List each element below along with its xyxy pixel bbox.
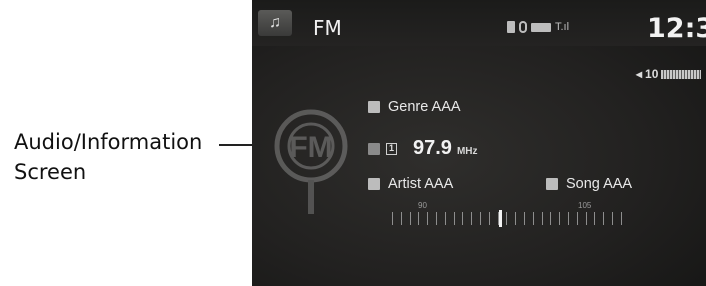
volume-level: 10 <box>645 67 659 81</box>
tuner-tick <box>392 212 393 225</box>
speaker-icon: ◂ <box>636 67 643 81</box>
tuner-tick <box>506 212 508 225</box>
tuner-tick <box>585 212 587 225</box>
song-icon <box>546 178 558 190</box>
tuner-label-105: 105 <box>578 201 592 210</box>
tuner-tick <box>480 212 481 225</box>
svg-text:FM: FM <box>289 131 332 164</box>
tuner-tick <box>436 212 437 225</box>
genre-text: Genre AAA <box>388 99 461 115</box>
song-text: Song AAA <box>566 176 633 192</box>
tuner-tick <box>471 212 473 225</box>
frequency-row: 1 97.9 MHz <box>368 137 478 160</box>
phone-icon <box>507 21 515 33</box>
callout-label: Audio/Information Screen <box>14 127 234 187</box>
volume-indicator: ◂ 10 <box>636 67 702 81</box>
tuner-tick <box>400 212 402 225</box>
tuner-tick <box>532 212 534 225</box>
tuner-label-90: 90 <box>418 201 427 210</box>
status-icons: T.ıl <box>507 21 569 33</box>
battery-icon <box>531 22 551 32</box>
artist-icon <box>368 178 380 190</box>
callout-label-line1: Audio/Information <box>14 130 203 154</box>
tuner-tick <box>541 212 543 225</box>
tuner-tick <box>594 212 596 225</box>
signal-icon: T.ıl <box>555 21 570 33</box>
tuner-tick <box>427 212 429 225</box>
tuner-tick <box>444 212 446 225</box>
tuner-tick <box>524 212 525 225</box>
hd-radio-icon <box>368 142 380 155</box>
genre-row: Genre AAA <box>368 99 461 115</box>
tuner-tick <box>603 212 605 225</box>
tuner-tick <box>612 212 613 225</box>
callout-label-line2: Screen <box>14 160 87 184</box>
tuner-tick <box>453 212 455 225</box>
volume-bar <box>661 69 702 79</box>
frequency-unit: MHz <box>456 146 478 157</box>
music-note-icon: ♫ <box>269 14 281 31</box>
tuner-tick <box>550 212 552 225</box>
source-label: FM <box>313 16 342 40</box>
tuner-tick <box>620 212 622 225</box>
artist-text: Artist AAA <box>388 176 454 192</box>
channel-number: 1 <box>386 142 397 155</box>
fm-logo-icon: FM <box>274 109 348 214</box>
tuner-tick <box>559 212 561 225</box>
tuner-tick <box>568 212 569 225</box>
audio-information-screen: ♫ FM T.ıl 12:34 ◂ 10 FM Genre AAA 1 97.9… <box>252 0 706 286</box>
artist-row: Artist AAA <box>368 176 453 192</box>
song-row: Song AAA <box>546 176 632 192</box>
status-bar: ♫ FM T.ıl 12:34 <box>252 0 706 46</box>
clock: 12:34 <box>647 13 706 44</box>
tuner-tick <box>462 212 464 225</box>
genre-icon <box>368 101 380 113</box>
tuner-tick <box>418 212 420 225</box>
tuner-needle[interactable] <box>499 210 502 227</box>
tuner-tick <box>576 212 578 225</box>
tuner-tick <box>515 212 517 225</box>
frequency-value: 97.9 <box>413 137 452 159</box>
bluetooth-icon <box>519 21 527 33</box>
tuner-tick <box>409 212 411 225</box>
tuner-tick <box>488 212 490 225</box>
audio-source-tab[interactable]: ♫ <box>258 10 292 36</box>
